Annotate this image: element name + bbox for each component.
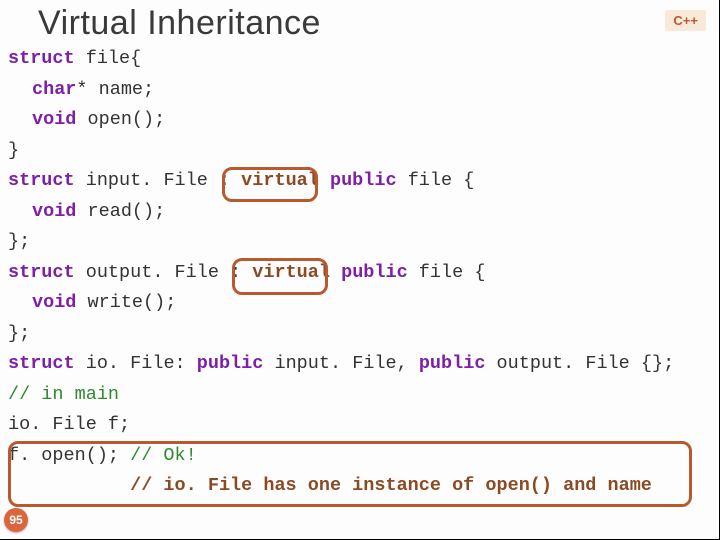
code-line: void open(); bbox=[8, 105, 712, 136]
code-line: // io. File has one instance of open() a… bbox=[8, 471, 712, 502]
code-text: input. File : bbox=[75, 170, 242, 191]
keyword-void: void bbox=[32, 201, 76, 222]
keyword-public: public bbox=[419, 353, 486, 374]
code-block: struct file{ char* name; void open(); } … bbox=[8, 44, 712, 502]
code-text: io. File: bbox=[75, 353, 197, 374]
slide: Virtual Inheritance C++ struct file{ cha… bbox=[0, 0, 720, 540]
code-line: struct input. File : virtual public file… bbox=[8, 166, 712, 197]
keyword-public: public bbox=[197, 353, 264, 374]
code-text: output. File {}; bbox=[485, 353, 674, 374]
code-text: open(); bbox=[76, 109, 165, 130]
code-text: input. File, bbox=[263, 353, 418, 374]
code-text: file { bbox=[408, 262, 486, 283]
code-comment: // io. File has one instance of open() a… bbox=[130, 475, 652, 496]
code-comment: // in main bbox=[8, 380, 712, 411]
code-line: }; bbox=[8, 319, 712, 350]
code-line: }; bbox=[8, 227, 712, 258]
keyword-void: void bbox=[32, 292, 76, 313]
code-line: struct output. File : virtual public fil… bbox=[8, 258, 712, 289]
keyword-public: public bbox=[319, 170, 397, 191]
keyword-void: void bbox=[32, 109, 76, 130]
code-text: f. open(); bbox=[8, 445, 130, 466]
code-line: io. File f; bbox=[8, 410, 712, 441]
code-line: void read(); bbox=[8, 197, 712, 228]
keyword-virtual: virtual bbox=[241, 170, 319, 191]
code-text: read(); bbox=[76, 201, 165, 222]
keyword-struct: struct bbox=[8, 353, 75, 374]
code-text: * name; bbox=[76, 79, 154, 100]
code-text: write(); bbox=[76, 292, 176, 313]
code-line: f. open(); // Ok! bbox=[8, 441, 712, 472]
keyword-struct: struct bbox=[8, 48, 75, 69]
keyword-struct: struct bbox=[8, 170, 75, 191]
keyword-virtual: virtual bbox=[252, 262, 330, 283]
code-line: void write(); bbox=[8, 288, 712, 319]
code-text bbox=[8, 475, 130, 496]
keyword-struct: struct bbox=[8, 262, 75, 283]
code-line: struct file{ bbox=[8, 44, 712, 75]
code-line: char* name; bbox=[8, 75, 712, 106]
slide-title: Virtual Inheritance bbox=[0, 0, 720, 43]
code-text: file { bbox=[397, 170, 475, 191]
code-line: } bbox=[8, 136, 712, 167]
code-comment: // Ok! bbox=[130, 445, 197, 466]
keyword-public: public bbox=[330, 262, 408, 283]
code-line: struct io. File: public input. File, pub… bbox=[8, 349, 712, 380]
code-text: output. File : bbox=[75, 262, 253, 283]
language-badge: C++ bbox=[665, 10, 706, 31]
slide-number-badge: 95 bbox=[4, 508, 28, 532]
code-text: file{ bbox=[75, 48, 142, 69]
keyword-char: char bbox=[32, 79, 76, 100]
